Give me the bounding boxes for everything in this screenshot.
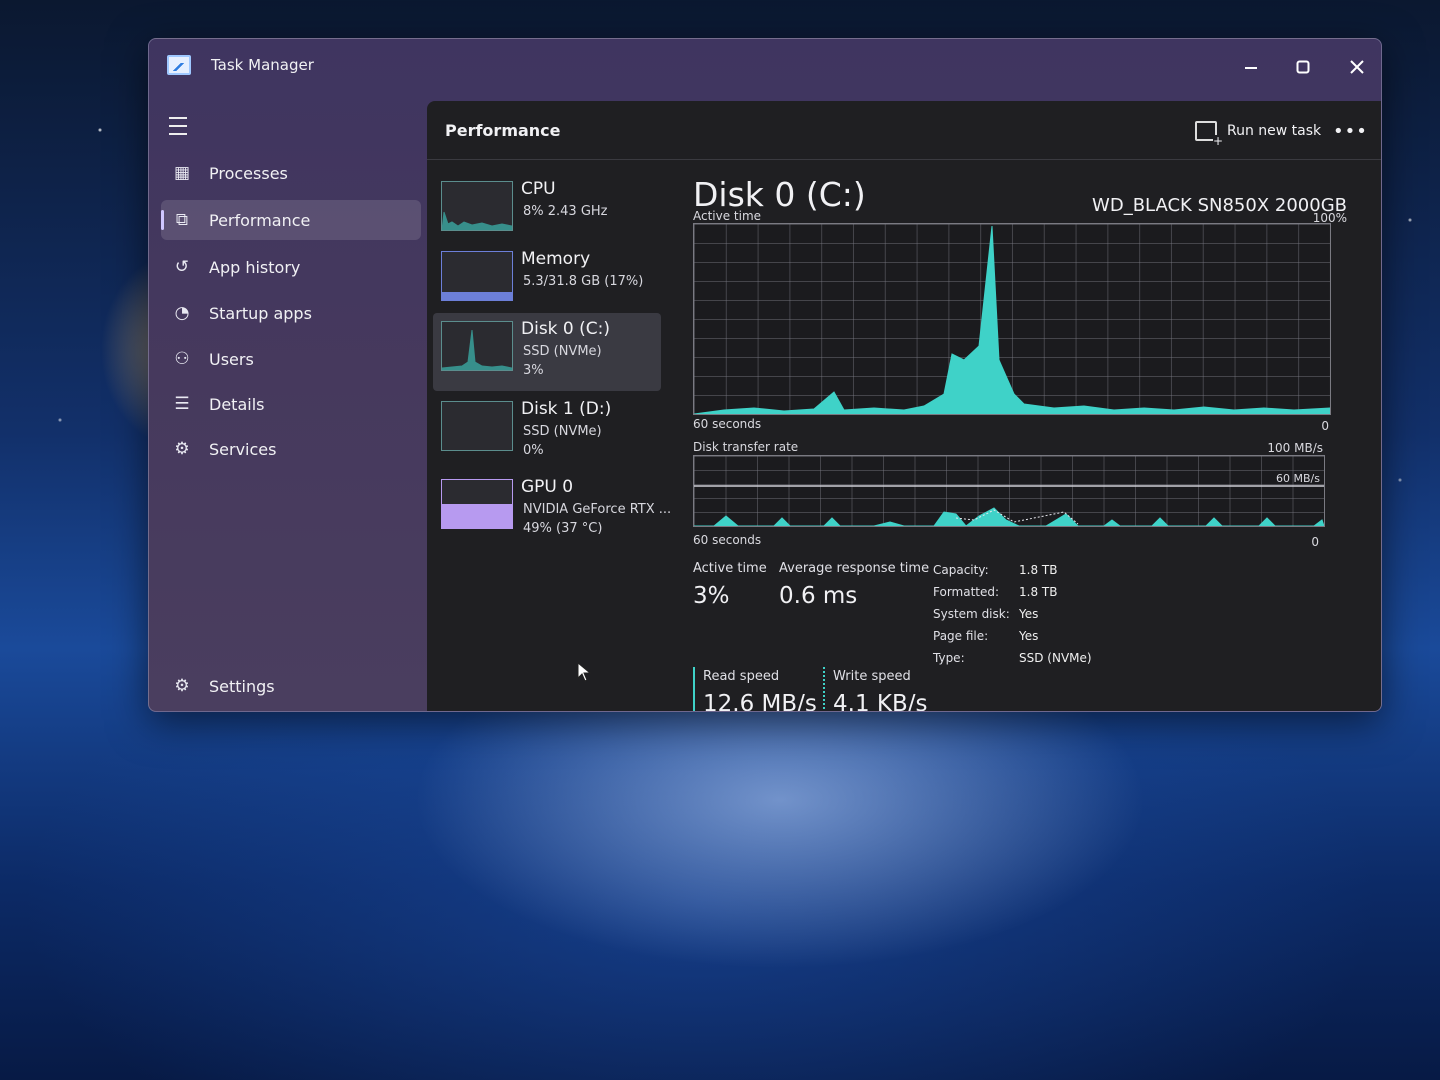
processes-icon: ▦	[173, 163, 191, 183]
graph2-line-label: 60 MB/s	[1276, 472, 1320, 485]
prop-value: 1.8 TB	[1019, 585, 1058, 599]
device-line2: 49% (37 °C)	[523, 521, 603, 536]
write-speed-value: 4.1 KB/s	[833, 691, 928, 712]
transfer-rate-plot	[694, 485, 1324, 526]
performance-panel: Performance Run new task ••• CPU 8% 2.43…	[427, 101, 1381, 711]
title-bar[interactable]: Task Manager	[149, 39, 1381, 97]
details-icon: ☰	[174, 394, 190, 414]
graph2-min: 0	[1311, 535, 1319, 549]
active-time-value: 3%	[693, 583, 730, 609]
device-disk-0[interactable]: Disk 0 (C:) SSD (NVMe) 3%	[433, 313, 661, 391]
run-task-label: Run new task	[1227, 123, 1322, 139]
memory-thumbnail	[441, 251, 513, 301]
read-speed-label: Read speed	[703, 669, 780, 684]
maximize-icon	[1296, 60, 1310, 74]
nav-label: Users	[209, 349, 254, 369]
nav-item-services[interactable]: ⚙ Services	[161, 429, 421, 469]
graph2-label: Disk transfer rate	[693, 440, 799, 454]
nav-item-app-history[interactable]: ↺ App history	[161, 247, 421, 287]
disk1-thumbnail	[441, 401, 513, 451]
prop-key: Type:	[933, 651, 965, 665]
prop-value: SSD (NVMe)	[1019, 651, 1092, 665]
cpu-thumbnail	[441, 181, 513, 231]
nav-label: App history	[209, 257, 301, 277]
graph1-time: 60 seconds	[693, 417, 762, 431]
prop-key: Formatted:	[933, 585, 1000, 599]
nav-item-performance[interactable]: ⧉ Performance	[161, 200, 421, 240]
device-gpu-0[interactable]: GPU 0 NVIDIA GeForce RTX ... 49% (37 °C)	[433, 471, 671, 549]
response-time-value: 0.6 ms	[779, 583, 858, 609]
device-cpu[interactable]: CPU 8% 2.43 GHz	[433, 173, 661, 251]
run-task-icon	[1195, 121, 1223, 147]
nav-label: Performance	[209, 210, 311, 230]
task-manager-app-icon	[167, 55, 191, 75]
nav-label: Services	[209, 439, 277, 459]
nav-label: Details	[209, 394, 265, 414]
nav-item-details[interactable]: ☰ Details	[161, 384, 421, 424]
write-speed-label: Write speed	[833, 669, 911, 684]
minimize-icon	[1245, 67, 1257, 69]
prop-key: Page file:	[933, 629, 989, 643]
users-icon: ⚇	[174, 349, 190, 369]
minimize-button[interactable]	[1231, 49, 1271, 85]
device-name: Memory	[521, 249, 591, 269]
prop-key: Capacity:	[933, 563, 989, 577]
close-button[interactable]	[1337, 49, 1377, 85]
page-title: Performance	[445, 121, 561, 140]
graph2-time: 60 seconds	[693, 533, 762, 547]
read-speed-marker	[693, 667, 695, 711]
nav-label: Processes	[209, 163, 288, 183]
task-manager-window: Task Manager ▦ Processes ⧉ Performance ↺…	[148, 38, 1382, 712]
prop-key: System disk:	[933, 607, 1010, 621]
maximize-button[interactable]	[1283, 49, 1323, 85]
device-name: Disk 0 (C:)	[521, 319, 611, 339]
graph2-max: 100 MB/s	[1267, 441, 1323, 455]
nav-label: Settings	[209, 676, 275, 696]
device-name: Disk 1 (D:)	[521, 399, 612, 419]
hamburger-menu-icon[interactable]	[169, 117, 187, 135]
device-line1: 5.3/31.8 GB (17%)	[523, 274, 644, 289]
services-icon: ⚙	[174, 439, 190, 459]
nav-item-settings[interactable]: ⚙ Settings	[161, 666, 421, 706]
response-time-label: Average response time	[779, 561, 930, 576]
prop-value: Yes	[1019, 607, 1039, 621]
disk-model: WD_BLACK SN850X 2000GB	[1092, 195, 1347, 216]
read-speed-value: 12.6 MB/s	[703, 691, 817, 712]
history-icon: ↺	[174, 257, 190, 277]
nav-item-startup-apps[interactable]: ◔ Startup apps	[161, 293, 421, 333]
device-name: CPU	[521, 179, 556, 199]
device-line1: 8% 2.43 GHz	[523, 204, 608, 219]
run-new-task-button[interactable]: Run new task	[1195, 119, 1322, 147]
settings-gear-icon: ⚙	[174, 676, 190, 696]
disk0-thumbnail	[441, 321, 513, 371]
panel-header: Performance Run new task •••	[427, 101, 1381, 160]
graph1-label: Active time	[693, 209, 762, 223]
window-title: Task Manager	[211, 56, 314, 74]
device-memory[interactable]: Memory 5.3/31.8 GB (17%)	[433, 243, 661, 321]
close-icon	[1350, 60, 1364, 74]
device-line2: 3%	[523, 363, 544, 378]
device-line1: NVIDIA GeForce RTX ...	[523, 502, 672, 517]
active-time-graph	[693, 223, 1331, 415]
device-line1: SSD (NVMe)	[523, 344, 602, 359]
disk-detail: Disk 0 (C:) WD_BLACK SN850X 2000GB Activ…	[693, 173, 1347, 711]
startup-icon: ◔	[174, 303, 190, 323]
device-line2: 0%	[523, 443, 544, 458]
nav-item-users[interactable]: ⚇ Users	[161, 339, 421, 379]
write-speed-marker	[823, 667, 827, 711]
graph1-min: 0	[1321, 419, 1329, 433]
device-disk-1[interactable]: Disk 1 (D:) SSD (NVMe) 0%	[433, 393, 661, 471]
prop-value: 1.8 TB	[1019, 563, 1058, 577]
nav-item-processes[interactable]: ▦ Processes	[161, 153, 421, 193]
device-line1: SSD (NVMe)	[523, 424, 602, 439]
device-name: GPU 0	[521, 477, 574, 497]
performance-icon: ⧉	[175, 210, 189, 230]
active-time-plot	[694, 225, 1330, 414]
gpu-thumbnail	[441, 479, 513, 529]
nav-label: Startup apps	[209, 303, 312, 323]
more-options-icon[interactable]: •••	[1333, 121, 1368, 142]
transfer-rate-graph: 60 MB/s	[693, 455, 1325, 527]
active-time-label: Active time	[693, 561, 767, 576]
prop-value: Yes	[1019, 629, 1039, 643]
